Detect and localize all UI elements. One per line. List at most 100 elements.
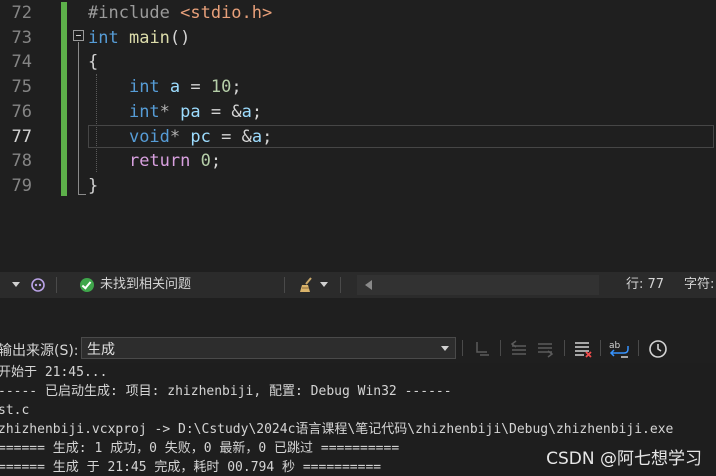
output-source-value: 生成 xyxy=(87,342,115,358)
char-indicator[interactable]: 字符: xyxy=(684,272,714,298)
watermark: CSDN @阿七想学习 xyxy=(546,449,702,469)
divider xyxy=(564,340,565,356)
code-line[interactable]: #include <stdio.h> xyxy=(88,1,272,25)
code-token: = xyxy=(180,77,211,98)
divider xyxy=(500,340,501,356)
show-timestamps-button[interactable] xyxy=(647,338,669,360)
code-token: () xyxy=(169,27,191,48)
next-icon xyxy=(538,343,554,358)
check-circle-icon xyxy=(80,278,94,292)
code-line[interactable]: int* pa = &a; xyxy=(88,100,262,124)
code-token: return xyxy=(128,151,191,172)
output-source-label: 输出来源(S): xyxy=(0,343,79,359)
code-token: main xyxy=(128,27,170,48)
code-token: * xyxy=(169,126,191,147)
output-line: ====== 生成: 1 成功，0 失败，0 最新，0 已跳过 ========… xyxy=(0,441,400,456)
panel-splitter xyxy=(0,298,716,335)
code-token: a xyxy=(251,126,263,147)
code-line[interactable]: int a = 10; xyxy=(88,75,242,99)
svg-text:ab: ab xyxy=(609,341,621,351)
code-token: ; xyxy=(262,126,273,147)
editor-status-bar: 未找到相关问题 行: 77 字符: xyxy=(0,272,716,298)
clear-all-icon xyxy=(575,342,592,358)
copilot-icon[interactable] xyxy=(30,277,46,293)
scroll-left-icon[interactable] xyxy=(365,280,373,290)
line-number: 75 xyxy=(11,77,32,98)
code-token: #include xyxy=(88,3,181,23)
word-wrap-icon: ab xyxy=(609,341,629,358)
code-token: int xyxy=(128,77,160,98)
divider xyxy=(284,277,285,293)
line-number: 76 xyxy=(11,101,32,122)
code-token: 10 xyxy=(210,77,232,98)
output-line: st.c xyxy=(0,403,30,418)
line-number: 77 xyxy=(11,126,32,147)
broom-icon[interactable] xyxy=(298,276,316,294)
clock-icon xyxy=(649,340,667,358)
code-line[interactable]: int main() xyxy=(88,26,190,50)
code-editor[interactable]: 72 73 74 75 76 77 78 79 #include <stdio.h> int m… xyxy=(0,0,716,272)
chevron-down-icon xyxy=(320,282,328,287)
word-wrap-button[interactable]: ab xyxy=(608,338,630,360)
code-line[interactable]: } xyxy=(88,174,98,198)
code-token: = & xyxy=(200,101,242,122)
fold-guide xyxy=(78,42,79,194)
issues-status[interactable]: 未找到相关问题 xyxy=(100,272,191,298)
horizontal-scrollbar[interactable] xyxy=(357,275,599,295)
output-line: zhizhenbiji.vcxproj -> D:\Cstudy\2024c语言… xyxy=(0,422,674,437)
code-token: a xyxy=(241,101,252,122)
code-token: pa xyxy=(180,101,201,122)
code-token: void xyxy=(128,126,170,147)
code-token: int xyxy=(128,101,160,122)
code-line[interactable]: { xyxy=(88,50,98,74)
code-token: int xyxy=(88,27,119,48)
chevron-down-icon xyxy=(12,282,20,287)
code-token: ; xyxy=(231,77,242,98)
code-token: { xyxy=(88,52,99,73)
code-token: ; xyxy=(251,101,263,122)
code-cleanup-dropdown[interactable] xyxy=(320,272,328,298)
clear-all-button[interactable] xyxy=(572,338,594,360)
output-toolbar: 输出来源(S): 生成 ab xyxy=(0,335,716,363)
code-token: pc xyxy=(190,126,211,147)
line-number: 73 xyxy=(11,27,32,48)
code-token: <stdio.h> xyxy=(180,3,273,23)
code-token: = & xyxy=(210,126,252,147)
output-line: ====== 生成 于 21:45 完成，耗时 00.794 秒 =======… xyxy=(0,460,382,475)
zoom-dropdown[interactable] xyxy=(12,272,20,298)
divider xyxy=(56,277,57,293)
collapse-icon[interactable] xyxy=(73,30,84,41)
divider xyxy=(600,340,601,356)
output-source-select[interactable]: 生成 xyxy=(81,337,456,359)
output-line: ----- 已启动生成: 项目: zhizhenbiji, 配置: Debug … xyxy=(0,384,452,399)
line-number: 74 xyxy=(11,52,32,73)
code-token: a xyxy=(169,77,181,98)
divider xyxy=(638,340,639,356)
chevron-down-icon xyxy=(441,346,449,351)
line-number: 78 xyxy=(11,151,32,172)
code-token: * xyxy=(159,101,181,122)
fold-guide-end xyxy=(78,194,86,195)
code-line[interactable]: void* pc = &a; xyxy=(88,125,272,149)
code-token: 0 xyxy=(200,151,211,172)
goto-source-icon xyxy=(476,342,489,356)
previous-icon xyxy=(510,340,526,355)
divider xyxy=(462,340,463,356)
line-number: 72 xyxy=(11,3,32,23)
line-indicator[interactable]: 行: 77 xyxy=(626,272,664,298)
previous-message-button[interactable] xyxy=(508,338,530,360)
output-line: 开始于 21:45... xyxy=(0,365,108,380)
find-message-button[interactable] xyxy=(472,338,494,360)
next-message-button[interactable] xyxy=(534,338,556,360)
code-line[interactable]: return 0; xyxy=(88,149,221,173)
change-tracking-bar xyxy=(61,2,67,196)
divider xyxy=(340,277,341,293)
line-number: 79 xyxy=(11,175,32,196)
